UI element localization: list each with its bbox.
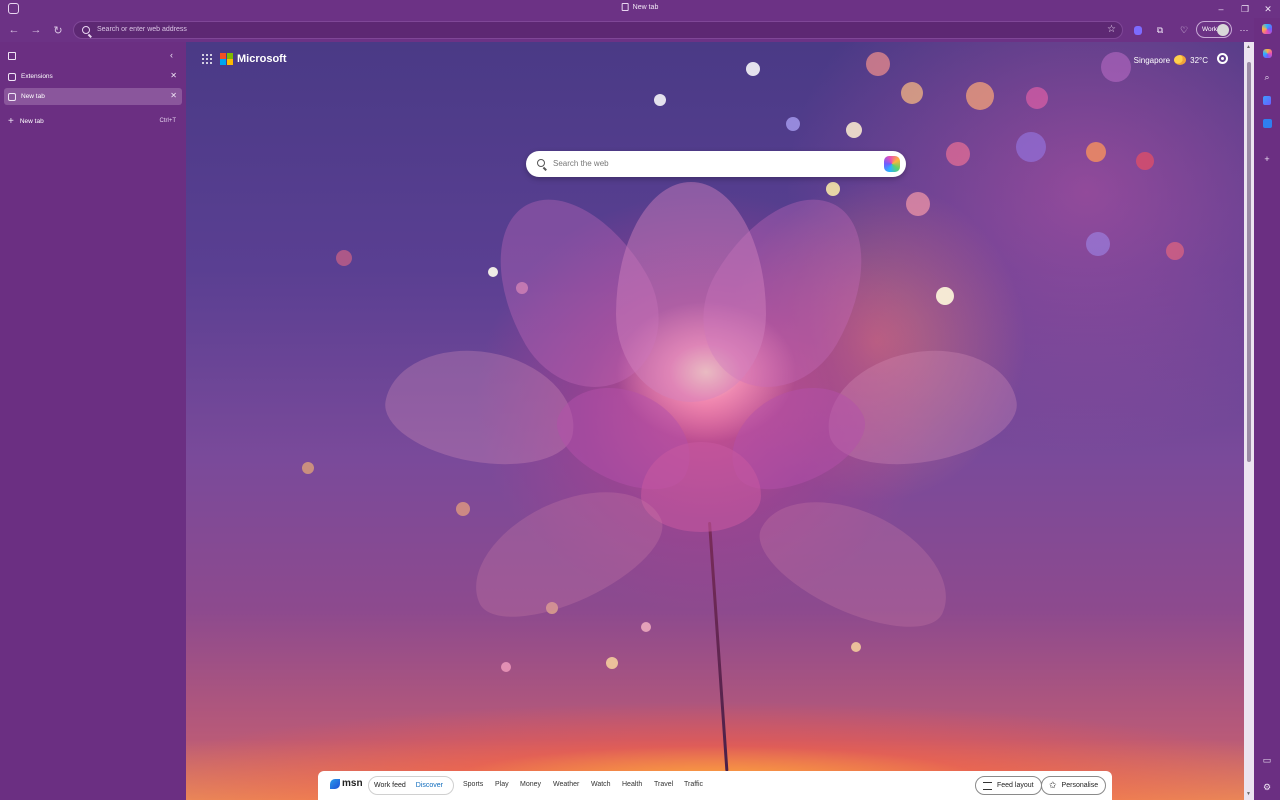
category-sports[interactable]: Sports (463, 781, 483, 788)
msn-logo-text: msn (342, 778, 363, 789)
more-menu-button[interactable]: ⋯ (1236, 22, 1252, 38)
personalise-label: Personalise (1061, 782, 1099, 789)
browser-essentials-icon[interactable]: ♡ (1176, 22, 1192, 38)
scroll-up-icon[interactable]: ▲ (1246, 44, 1251, 50)
favorite-star-icon[interactable]: ☆ (1107, 24, 1116, 35)
search-icon[interactable]: ⌕ (1260, 70, 1274, 84)
arrow-right-icon: → (30, 24, 42, 36)
address-bar[interactable]: Search or enter web address ☆ (73, 21, 1123, 39)
category-play[interactable]: Play (495, 781, 509, 788)
category-weather[interactable]: Weather (553, 781, 579, 788)
tab-label: Extensions (21, 73, 53, 80)
scroll-thumb[interactable] (1247, 62, 1251, 462)
tab-actions-icon[interactable] (8, 52, 16, 60)
new-tab-label: New tab (19, 117, 44, 125)
scroll-down-icon[interactable]: ▼ (1246, 791, 1251, 797)
new-tab-button[interactable]: + New tab Ctrl+T (4, 114, 182, 128)
category-money[interactable]: Money (520, 781, 541, 788)
msn-logo[interactable]: msn (330, 778, 363, 789)
forward-button[interactable]: → (28, 22, 44, 38)
feed-toggle: Work feed Discover (368, 776, 454, 795)
restore-button[interactable]: ❐ (1234, 0, 1256, 18)
feed-layout-button[interactable]: Feed layout (975, 776, 1042, 795)
puzzle-icon (8, 72, 16, 81)
arrow-left-icon: ← (8, 24, 20, 36)
web-search-box[interactable]: Search the web (526, 151, 906, 177)
refresh-button[interactable]: ↻ (50, 22, 66, 38)
avatar (1217, 24, 1229, 36)
title-bar: New tab – ❐ ✕ (0, 0, 1280, 18)
copilot-icon[interactable] (1260, 22, 1274, 36)
search-icon (82, 26, 90, 34)
msn-butterfly-icon (330, 778, 340, 789)
category-health[interactable]: Health (622, 781, 642, 788)
copilot-pro-icon[interactable] (1260, 46, 1274, 60)
partly-sunny-icon (1174, 55, 1187, 65)
microsoft-logo-icon (220, 53, 233, 65)
browser-toolbar: ← → ↻ Search or enter web address ☆ ⧉ ♡ … (0, 18, 1280, 42)
page-settings-gear-icon[interactable] (1217, 53, 1228, 64)
close-tab-icon[interactable]: ✕ (170, 71, 177, 80)
sparkle-star-icon: ✩ (1049, 780, 1057, 790)
feed-layout-label: Feed layout (997, 782, 1034, 789)
page-icon (8, 92, 16, 101)
tab-label: New tab (21, 93, 45, 100)
sliders-icon (983, 781, 992, 790)
vertical-tabs-pane: ‹ Extensions ✕ New tab ✕ + New tab Ctrl+… (0, 42, 186, 800)
split-screen-icon[interactable]: ▭ (1260, 753, 1274, 767)
extensions-icon[interactable]: ⧉ (1152, 22, 1168, 38)
close-window-button[interactable]: ✕ (1257, 0, 1279, 18)
weather-temperature: 32°C (1190, 55, 1208, 65)
microsoft-header: Microsoft (202, 53, 287, 65)
copilot-icon[interactable] (884, 156, 900, 172)
personalise-button[interactable]: ✩ Personalise (1041, 776, 1107, 795)
app-launcher-icon[interactable] (202, 54, 212, 64)
window-title-text: New tab (632, 3, 659, 11)
add-app-plus-icon[interactable]: + (1260, 152, 1274, 166)
search-icon (537, 159, 545, 167)
plus-icon: + (8, 115, 14, 127)
tab-new-tab[interactable]: New tab ✕ (4, 88, 182, 105)
new-tab-page: Microsoft Singapore 32°C Search the web … (186, 42, 1244, 800)
workspaces-icon[interactable] (8, 3, 19, 14)
page-icon (621, 3, 629, 11)
sidebar-settings-gear-icon[interactable]: ⚙ (1260, 780, 1274, 794)
profile-label: Work (1202, 26, 1218, 33)
microsoft-brand-text: Microsoft (237, 53, 287, 65)
tab-extensions[interactable]: Extensions ✕ (4, 68, 182, 85)
outlook-icon[interactable] (1260, 116, 1274, 130)
m365-icon[interactable] (1260, 93, 1274, 107)
new-tab-shortcut: Ctrl+T (159, 118, 177, 124)
tab-work-feed[interactable]: Work feed (369, 782, 411, 789)
page-scrollbar[interactable]: ▲ ▼ (1244, 42, 1254, 800)
edge-sidebar: ⌕ + ▭ ⚙ (1254, 18, 1280, 800)
collapse-pane-icon[interactable]: ‹ (170, 50, 173, 60)
vertical-tabs-header: ‹ (0, 42, 186, 70)
copilot-vision-icon[interactable] (1130, 22, 1146, 38)
address-placeholder: Search or enter web address (97, 26, 187, 33)
tab-discover[interactable]: Discover (411, 782, 448, 789)
msn-feed-bar: msn Work feed Discover Sports Play Money… (318, 771, 1112, 800)
window-title: New tab (621, 3, 659, 11)
back-button[interactable]: ← (6, 22, 22, 38)
profile-button[interactable]: Work (1196, 21, 1232, 38)
weather-widget[interactable]: Singapore 32°C (1134, 55, 1208, 65)
category-watch[interactable]: Watch (591, 781, 611, 788)
minimize-button[interactable]: – (1210, 0, 1232, 18)
flower-stem (708, 521, 729, 772)
category-traffic[interactable]: Traffic (684, 781, 703, 788)
search-placeholder: Search the web (553, 159, 609, 168)
weather-city: Singapore (1133, 55, 1171, 65)
close-tab-icon[interactable]: ✕ (170, 91, 177, 100)
category-travel[interactable]: Travel (654, 781, 673, 788)
refresh-icon: ↻ (53, 24, 63, 37)
